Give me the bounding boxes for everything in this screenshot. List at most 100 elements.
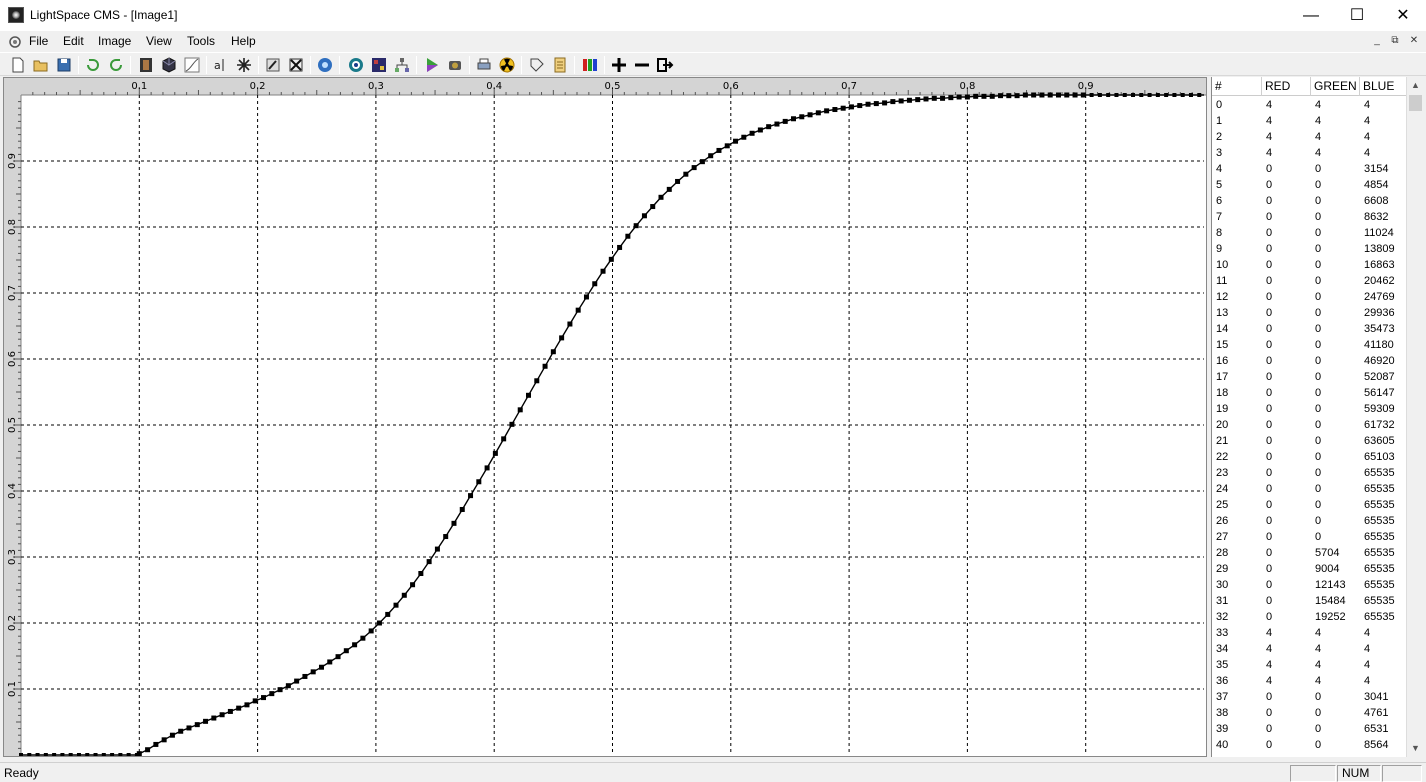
table-row[interactable]: 38 0 0 4761: [1212, 705, 1407, 721]
label-icon[interactable]: [551, 56, 569, 74]
menu-view[interactable]: View: [146, 34, 172, 48]
printer-icon[interactable]: [475, 56, 493, 74]
table-row[interactable]: 19 0 0 59309: [1212, 401, 1407, 417]
document-icon[interactable]: [7, 33, 23, 49]
table-row[interactable]: 17 0 0 52087: [1212, 369, 1407, 385]
minus-icon[interactable]: [633, 56, 651, 74]
table-row[interactable]: 31 0 15484 65535: [1212, 593, 1407, 609]
mdi-restore-button[interactable]: ⧉: [1387, 34, 1403, 48]
curve-chart-panel[interactable]: 0.1 0.2 0.3 0.4 0.5 0.6 0.7 0.8 0.9 0.1 0.2 0.3 0.4 0…: [3, 77, 1207, 757]
table-row[interactable]: 40 0 0 8564: [1212, 737, 1407, 753]
redo-icon[interactable]: [107, 56, 125, 74]
save-icon[interactable]: [55, 56, 73, 74]
table-row[interactable]: 28 0 5704 65535: [1212, 545, 1407, 561]
mdi-minimize-button[interactable]: _: [1369, 34, 1385, 48]
curve-point: [468, 493, 474, 499]
table-row[interactable]: 1 4 4 4: [1212, 113, 1407, 129]
table-row[interactable]: 32 0 19252 65535: [1212, 609, 1407, 625]
table-row[interactable]: 33 4 4 4: [1212, 625, 1407, 641]
table-row[interactable]: 14 0 0 35473: [1212, 321, 1407, 337]
table-row[interactable]: 29 0 9004 65535: [1212, 561, 1407, 577]
curve-icon[interactable]: [183, 56, 201, 74]
cross-out-icon[interactable]: [287, 56, 305, 74]
table-row[interactable]: 25 0 0 65535: [1212, 497, 1407, 513]
maximize-button[interactable]: ☐: [1334, 0, 1380, 31]
asterisk-icon[interactable]: [235, 56, 253, 74]
table-row[interactable]: 8 0 0 11024: [1212, 225, 1407, 241]
table-row[interactable]: 5 0 0 4854: [1212, 177, 1407, 193]
table-row[interactable]: 20 0 0 61732: [1212, 417, 1407, 433]
table-row[interactable]: 0 4 4 4: [1212, 97, 1407, 113]
menu-help[interactable]: Help: [231, 34, 256, 48]
camera-icon[interactable]: [446, 56, 464, 74]
scroll-thumb[interactable]: [1409, 95, 1422, 111]
table-row[interactable]: 26 0 0 65535: [1212, 513, 1407, 529]
export-icon[interactable]: [656, 56, 674, 74]
cell-red: 0: [1266, 531, 1273, 543]
table-row[interactable]: 9 0 0 13809: [1212, 241, 1407, 257]
tag-icon[interactable]: [528, 56, 546, 74]
table-row[interactable]: 36 4 4 4: [1212, 673, 1407, 689]
cell-blue: 52087: [1364, 371, 1395, 383]
table-row[interactable]: 35 4 4 4: [1212, 657, 1407, 673]
table-row[interactable]: 13 0 0 29936: [1212, 305, 1407, 321]
table-row[interactable]: 16 0 0 46920: [1212, 353, 1407, 369]
text-tool-icon[interactable]: a: [212, 56, 230, 74]
mdi-close-button[interactable]: ✕: [1406, 34, 1422, 48]
cell-blue: 41180: [1364, 339, 1394, 351]
column-header-blue[interactable]: BLUE: [1360, 77, 1407, 96]
close-button[interactable]: ✕: [1380, 0, 1426, 31]
lut-table[interactable]: # RED GREEN BLUE 0 4 4 4 1 4 4 4 2 4 4 4 3 4 4 4 4 0 0 3154…: [1211, 77, 1407, 757]
table-row[interactable]: 24 0 0 65535: [1212, 481, 1407, 497]
table-row[interactable]: 4 0 0 3154: [1212, 161, 1407, 177]
table-row[interactable]: 12 0 0 24769: [1212, 289, 1407, 305]
minimize-button[interactable]: —: [1288, 0, 1334, 31]
globe-icon[interactable]: [316, 56, 334, 74]
network-icon[interactable]: [393, 56, 411, 74]
table-row[interactable]: 27 0 0 65535: [1212, 529, 1407, 545]
table-row[interactable]: 10 0 0 16863: [1212, 257, 1407, 273]
table-row[interactable]: 22 0 0 65103: [1212, 449, 1407, 465]
menu-edit[interactable]: Edit: [63, 34, 84, 48]
scroll-down-icon[interactable]: ▼: [1407, 740, 1424, 757]
table-row[interactable]: 7 0 0 8632: [1212, 209, 1407, 225]
radiation-icon[interactable]: [498, 56, 516, 74]
film-strip-icon[interactable]: [137, 56, 155, 74]
table-row[interactable]: 15 0 0 41180: [1212, 337, 1407, 353]
menu-tools[interactable]: Tools: [187, 34, 215, 48]
cell-red: 4: [1266, 659, 1273, 671]
table-row[interactable]: 6 0 0 6608: [1212, 193, 1407, 209]
play-icon[interactable]: [423, 56, 441, 74]
cell-blue: 6608: [1364, 195, 1389, 207]
scroll-up-icon[interactable]: ▲: [1407, 77, 1424, 94]
target-icon[interactable]: [347, 56, 365, 74]
table-row[interactable]: 39 0 0 6531: [1212, 721, 1407, 737]
table-scrollbar[interactable]: ▲ ▼: [1406, 77, 1423, 757]
edit-icon[interactable]: [264, 56, 282, 74]
y-tick-label: 0.8: [7, 219, 18, 235]
plus-icon[interactable]: [610, 56, 628, 74]
color-grid-icon[interactable]: [370, 56, 388, 74]
column-header-red[interactable]: RED: [1262, 77, 1311, 96]
curve-chart[interactable]: 0.1 0.2 0.3 0.4 0.5 0.6 0.7 0.8 0.9 0.1 0.2 0.3 0.4 0…: [4, 78, 1206, 756]
menu-image[interactable]: Image: [98, 34, 131, 48]
open-folder-icon[interactable]: [32, 56, 50, 74]
rgb-bars-icon[interactable]: [581, 56, 599, 74]
table-row[interactable]: 18 0 0 56147: [1212, 385, 1407, 401]
table-row[interactable]: 34 4 4 4: [1212, 641, 1407, 657]
column-header-green[interactable]: GREEN: [1311, 77, 1360, 96]
table-row[interactable]: 11 0 0 20462: [1212, 273, 1407, 289]
table-row[interactable]: 21 0 0 63605: [1212, 433, 1407, 449]
table-row[interactable]: 2 4 4 4: [1212, 129, 1407, 145]
cell-green: 4: [1315, 675, 1322, 687]
undo-icon[interactable]: [84, 56, 102, 74]
table-row[interactable]: 30 0 12143 65535: [1212, 577, 1407, 593]
table-row[interactable]: 23 0 0 65535: [1212, 465, 1407, 481]
table-row[interactable]: 3 4 4 4: [1212, 145, 1407, 161]
table-row[interactable]: 37 0 0 3041: [1212, 689, 1407, 705]
cube-icon[interactable]: [160, 56, 178, 74]
cell-red: 0: [1266, 419, 1273, 431]
new-file-icon[interactable]: [9, 56, 27, 74]
menu-file[interactable]: File: [29, 34, 48, 48]
column-header-index[interactable]: #: [1212, 77, 1262, 96]
